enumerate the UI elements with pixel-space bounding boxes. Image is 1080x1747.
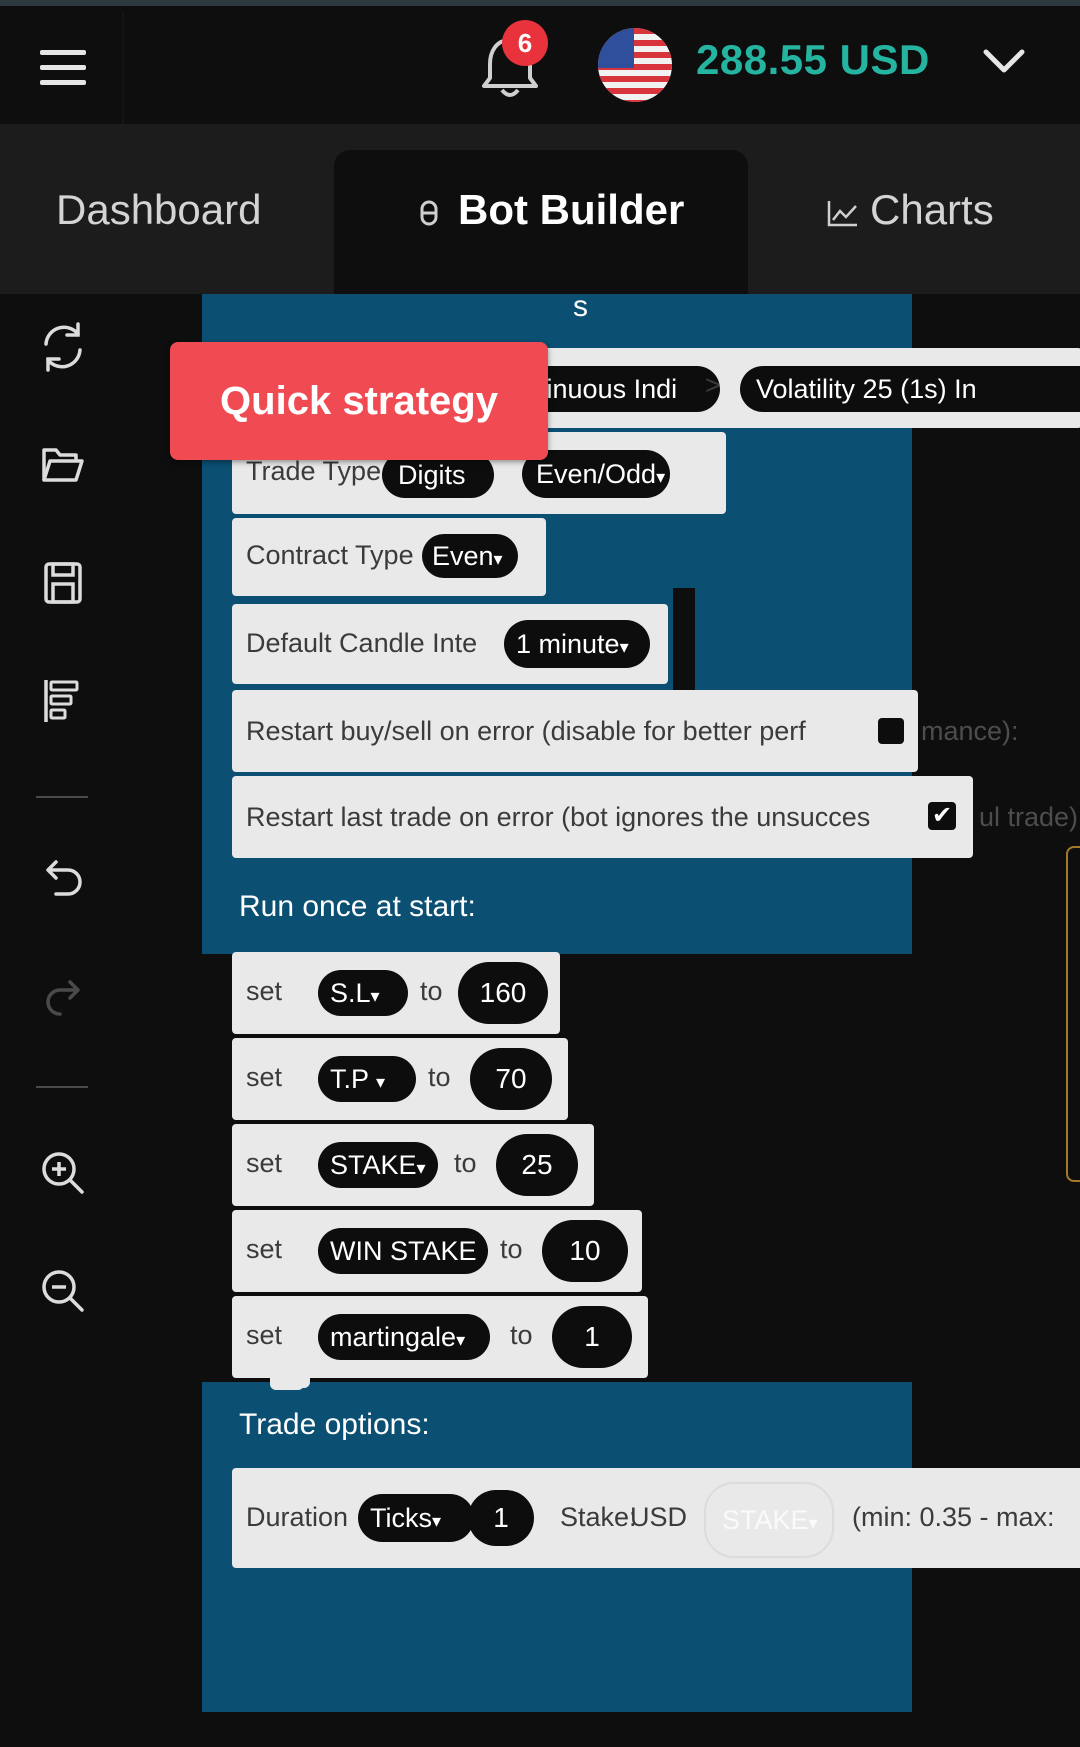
set-keyword: set <box>246 1062 283 1092</box>
variable-dropdown[interactable]: T.P ▾ <box>318 1056 416 1102</box>
save-icon[interactable] <box>36 556 90 610</box>
header-divider <box>122 12 124 124</box>
tab-bar: Dashboard Bot Builder Charts <box>0 124 1080 294</box>
sort-blocks-icon[interactable] <box>36 674 90 728</box>
stake-range-text: (min: 0.35 - max: <box>852 1502 1055 1532</box>
candle-interval-label: Default Candle Inte <box>246 628 478 658</box>
scroll-handle[interactable] <box>1066 846 1080 1182</box>
reset-icon[interactable] <box>36 320 90 374</box>
number-input[interactable]: 70 <box>470 1048 552 1110</box>
duration-stake-row[interactable]: Duration Ticks▾ 1 Stake: USD STAKE▾ (min… <box>232 1468 1080 1568</box>
blockly-workspace[interactable]: s ntinuous Indi > Volatility 25 (1s) In … <box>125 294 1080 1747</box>
to-keyword: to <box>428 1062 451 1092</box>
trade-type-label: Trade Type <box>246 456 382 486</box>
tab-bot-builder[interactable]: Bot Builder <box>418 186 684 234</box>
restart-buy-sell-row[interactable]: Restart buy/sell on error (disable for b… <box>232 690 918 772</box>
stake-variable-block[interactable]: STAKE▾ <box>704 1482 834 1558</box>
block-connector <box>270 1380 304 1390</box>
candle-interval-row[interactable]: Default Candle Inte 1 minute▾ <box>232 604 668 684</box>
trade-options-label: Trade options: <box>239 1408 430 1441</box>
zoom-in-icon[interactable] <box>36 1146 90 1200</box>
tab-charts[interactable]: Charts <box>826 186 994 234</box>
candle-interval-dropdown[interactable]: 1 minute▾ <box>504 620 650 668</box>
quick-strategy-button[interactable]: Quick strategy <box>170 342 548 460</box>
notification-badge: 6 <box>502 20 548 66</box>
stake-currency: USD <box>630 1502 688 1532</box>
number-input[interactable]: 25 <box>496 1134 578 1196</box>
account-balance[interactable]: 288.55 USD <box>696 36 930 84</box>
redo-icon[interactable] <box>36 972 90 1026</box>
tab-charts-label: Charts <box>870 186 994 233</box>
to-keyword: to <box>510 1320 533 1350</box>
variable-dropdown[interactable]: S.L▾ <box>318 970 408 1016</box>
duration-unit-dropdown[interactable]: Ticks▾ <box>358 1494 474 1542</box>
contract-type-label: Contract Type <box>246 540 414 570</box>
set-keyword: set <box>246 1320 283 1350</box>
tab-dashboard[interactable]: Dashboard <box>56 186 261 234</box>
restart-buy-sell-overflow-text: mance): <box>921 716 1019 746</box>
menu-icon[interactable] <box>40 50 86 86</box>
contract-type-row[interactable]: Contract Type Even▾ <box>232 518 546 596</box>
restart-last-trade-checkbox[interactable]: ✔ <box>928 802 956 830</box>
bot-icon <box>420 200 438 226</box>
restart-buy-sell-checkbox[interactable] <box>878 718 904 744</box>
folder-open-icon[interactable] <box>36 438 90 492</box>
toolbar-divider <box>36 796 88 798</box>
restart-buy-sell-label: Restart buy/sell on error (disable for b… <box>246 716 806 746</box>
set-variable-block[interactable]: set T.P ▾ to 70 <box>232 1038 568 1120</box>
duration-label: Duration <box>246 1502 349 1532</box>
to-keyword: to <box>420 976 443 1006</box>
run-once-label: Run once at start: <box>239 890 476 923</box>
set-variable-block[interactable]: set WIN STAKE to 10 <box>232 1210 642 1292</box>
us-flag-icon[interactable] <box>598 28 672 102</box>
variable-dropdown[interactable]: martingale▾ <box>318 1314 490 1360</box>
set-variable-block[interactable]: set S.L▾ to 160 <box>232 952 560 1034</box>
restart-last-trade-row[interactable]: Restart last trade on error (bot ignores… <box>232 776 973 858</box>
set-variable-block[interactable]: set martingale▾ to 1 <box>232 1296 648 1378</box>
variable-dropdown[interactable]: STAKE▾ <box>318 1142 438 1188</box>
variable-dropdown[interactable]: WIN STAKE <box>318 1228 488 1274</box>
chevron-down-icon[interactable] <box>982 46 1026 76</box>
block-header-partial: s <box>573 294 588 323</box>
set-keyword: set <box>246 976 283 1006</box>
duration-value-input[interactable]: 1 <box>468 1490 534 1546</box>
market-symbol-dropdown[interactable]: Volatility 25 (1s) In <box>740 366 1080 412</box>
zoom-out-icon[interactable] <box>36 1264 90 1318</box>
workspace-toolbar <box>0 294 125 1747</box>
number-input[interactable]: 10 <box>542 1220 628 1282</box>
set-keyword: set <box>246 1148 283 1178</box>
number-input[interactable]: 160 <box>458 962 548 1024</box>
restart-last-trade-label: Restart last trade on error (bot ignores… <box>246 802 871 832</box>
to-keyword: to <box>454 1148 477 1178</box>
contract-type-dropdown[interactable]: Even▾ <box>422 534 518 578</box>
tab-bot-builder-label: Bot Builder <box>458 186 685 233</box>
stake-label: Stake: <box>560 1502 637 1532</box>
chart-icon <box>827 200 857 227</box>
restart-last-trade-overflow-text: ul trade): <box>979 802 1080 832</box>
undo-icon[interactable] <box>36 854 90 908</box>
set-keyword: set <box>246 1234 283 1264</box>
set-variable-block[interactable]: set STAKE▾ to 25 <box>232 1124 594 1206</box>
market-separator: > <box>705 370 721 400</box>
toolbar-divider <box>36 1086 88 1088</box>
number-input[interactable]: 1 <box>552 1306 632 1368</box>
to-keyword: to <box>500 1234 523 1264</box>
